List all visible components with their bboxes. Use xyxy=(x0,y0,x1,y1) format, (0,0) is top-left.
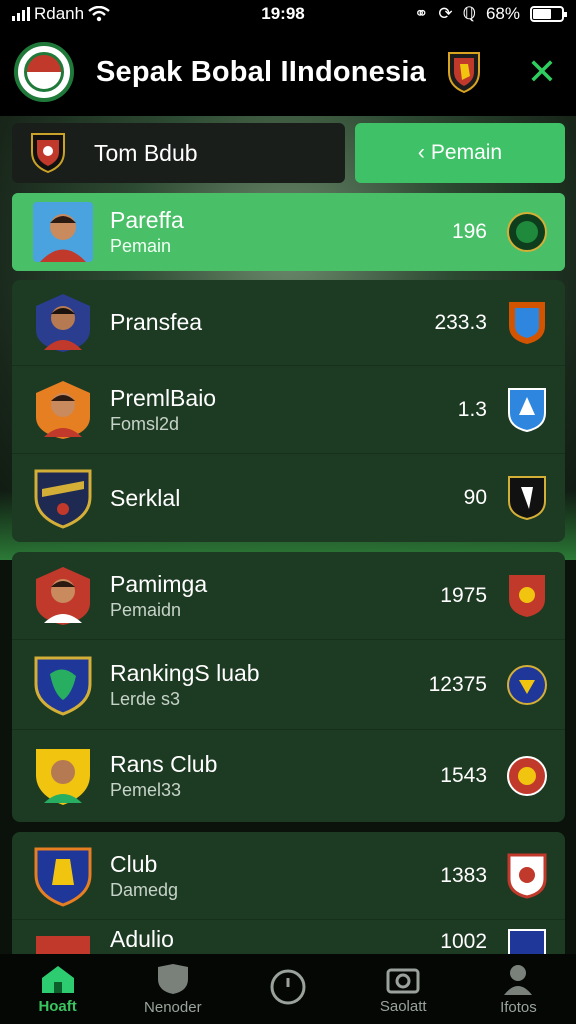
item-name: PremlBaio xyxy=(110,384,217,411)
player-avatar xyxy=(36,749,90,805)
highlighted-player-card[interactable]: Pareffa Pemain 196 xyxy=(12,193,565,271)
list-item[interactable]: Pransfea 233.3 xyxy=(12,280,565,366)
item-value: 12375 xyxy=(428,672,487,696)
list-item[interactable]: Adulio 1002 xyxy=(12,920,565,954)
pemain-button[interactable]: ‹ Pemain xyxy=(355,123,565,183)
nav-home[interactable]: Hoaft xyxy=(0,954,115,1024)
signal-icon xyxy=(12,7,30,21)
app-header: Sepak Bobal IIndonesia ✕ xyxy=(0,28,576,116)
chevron-left-icon: ‹ xyxy=(417,141,425,164)
status-bar: Rdanh 19:98 ⚭ ⟳ ℚ 68% xyxy=(0,0,576,28)
item-subtitle: Lerde s3 xyxy=(110,688,181,709)
list-item[interactable]: Pareffa Pemain 196 xyxy=(12,193,565,271)
alarm-icon: ⚭ xyxy=(414,4,429,23)
item-subtitle: Fomsl2d xyxy=(110,413,180,434)
list-item[interactable]: PremlBaio Fomsl2d 1.3 xyxy=(12,366,565,454)
bottom-navigation: Hoaft Nenoder Saolatt Ifotos xyxy=(0,954,576,1024)
item-name: Club xyxy=(110,850,158,877)
item-name: Rans Club xyxy=(110,751,218,777)
club-crest-icon[interactable] xyxy=(446,50,482,94)
clock-icon xyxy=(270,969,306,1005)
sync-icon: ⟳ xyxy=(438,4,453,23)
pemain-button-label: Pemain xyxy=(430,141,503,164)
camera-icon xyxy=(386,968,420,993)
club-logo xyxy=(34,847,92,907)
club-badge-icon xyxy=(507,212,547,252)
item-value: 1.3 xyxy=(457,397,487,421)
item-value: 1383 xyxy=(440,863,487,887)
club-badge-icon xyxy=(507,664,547,705)
club-badge-icon xyxy=(508,387,546,432)
ranking-group-2: Pamimga Pemaidn 1975 RankingS luab Lerde… xyxy=(12,552,565,822)
club-badge-icon xyxy=(508,476,546,521)
nav-label: Nenoder xyxy=(144,998,202,1016)
player-avatar xyxy=(33,202,93,262)
item-value: 1002 xyxy=(440,930,487,953)
item-value: 1543 xyxy=(440,764,487,787)
item-subtitle: Pemain xyxy=(110,236,172,256)
team-name: Tom Bdub xyxy=(94,139,198,166)
item-name: Pareffa xyxy=(110,207,184,233)
item-subtitle: Damedg xyxy=(110,879,179,900)
item-value: 196 xyxy=(451,220,487,243)
nav-label: Saolatt xyxy=(379,997,427,1015)
shield-icon xyxy=(157,963,188,994)
item-value: 90 xyxy=(463,486,487,509)
club-badge-icon xyxy=(507,756,547,796)
carrier-label: Rdanh xyxy=(34,4,85,23)
list-item[interactable]: Club Damedg 1383 xyxy=(12,832,565,920)
item-value: 233.3 xyxy=(434,310,487,334)
clock-time: 19:98 xyxy=(261,4,305,23)
nav-media[interactable]: Saolatt xyxy=(346,954,461,1024)
profile-icon xyxy=(504,964,533,995)
ranking-group-1: Pransfea 233.3 PremlBaio Fomsl2d 1.3 Ser… xyxy=(12,280,565,542)
item-name: Pransfea xyxy=(110,309,203,335)
club-logo xyxy=(36,936,90,954)
nav-profile[interactable]: Ifotos xyxy=(461,954,576,1024)
team-crest-icon xyxy=(31,133,65,174)
item-name: Pamimga xyxy=(110,570,208,597)
ranking-group-3: Club Damedg 1383 Adulio 1002 xyxy=(12,832,565,954)
list-item[interactable]: Serklal 90 xyxy=(12,454,565,542)
item-value: 1975 xyxy=(440,583,487,607)
club-badge-icon xyxy=(507,853,547,899)
list-item[interactable]: Pamimga Pemaidn 1975 xyxy=(12,552,565,640)
app-logo xyxy=(14,42,74,102)
page-title: Sepak Bobal IIndonesia xyxy=(96,55,426,88)
home-icon xyxy=(41,965,74,993)
item-name: Adulio xyxy=(110,926,174,952)
item-name: Serklal xyxy=(110,484,181,511)
club-badge-icon xyxy=(508,929,546,954)
list-item[interactable]: RankingS luab Lerde s3 12375 xyxy=(12,640,565,730)
club-logo xyxy=(34,656,92,716)
team-selector[interactable]: Tom Bdub xyxy=(12,123,345,183)
nav-teams[interactable]: Nenoder xyxy=(115,954,230,1024)
player-avatar xyxy=(36,293,90,352)
item-subtitle: Pemaidn xyxy=(110,599,182,620)
nav-schedule[interactable] xyxy=(230,954,345,1024)
nav-label: Ifotos xyxy=(500,998,537,1016)
battery-percent: 68% xyxy=(485,4,520,23)
club-badge-icon xyxy=(509,574,545,617)
item-name: RankingS luab xyxy=(110,659,260,686)
club-logo xyxy=(34,469,92,529)
item-subtitle: Pemel33 xyxy=(110,780,182,800)
player-avatar xyxy=(36,380,90,439)
player-avatar xyxy=(36,566,90,625)
wifi-icon xyxy=(88,6,110,22)
list-item[interactable]: Rans Club Pemel33 1543 xyxy=(12,730,565,822)
battery-icon xyxy=(530,6,567,22)
nav-label: Hoaft xyxy=(38,997,77,1015)
close-icon[interactable]: ✕ xyxy=(522,54,562,90)
club-badge-icon xyxy=(509,301,545,344)
bluetooth-icon: ℚ xyxy=(462,4,476,23)
